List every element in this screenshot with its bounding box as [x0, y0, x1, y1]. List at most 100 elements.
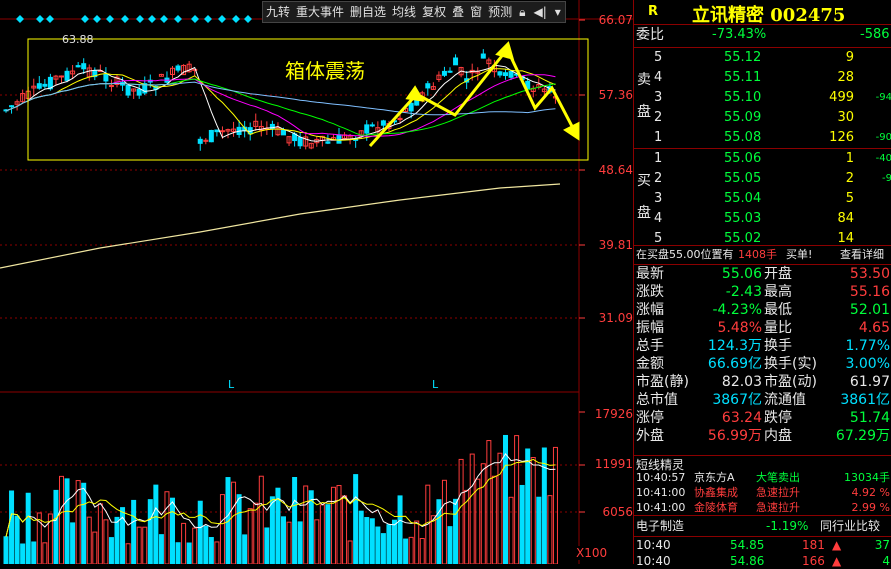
tb-forecast[interactable]: 预测 [485, 2, 515, 22]
bid-row[interactable]: 2 55.05 2 -9 [654, 169, 891, 189]
short-line-item[interactable]: 10:41:00 协鑫集成 急速拉升 4.92 % [634, 485, 891, 500]
stat-label: 开盘 [764, 266, 792, 282]
volume-bar [131, 499, 137, 564]
tick-time: 10:40 [636, 554, 671, 568]
note-detail-link[interactable]: 查看详细 [840, 246, 884, 264]
ma-line [5, 74, 556, 137]
tb-jiuzhuan[interactable]: 九转 [263, 2, 293, 22]
ask-book: 卖 盘 5 55.12 9 4 55.11 28 3 55.10 499 -94 2 55.09 30 1… [634, 48, 891, 149]
volume-bars[interactable] [3, 434, 558, 564]
ask-row[interactable]: 1 55.08 126 -90 [654, 128, 891, 148]
volume-bar [231, 481, 237, 564]
event-diamond [174, 15, 182, 23]
stat-label: 外盘 [636, 428, 664, 444]
ask-row[interactable]: 3 55.10 499 -94 [654, 88, 891, 108]
stat-value: 4.65 [858, 320, 890, 336]
volume-ma-line [5, 452, 556, 537]
volume-bar [153, 484, 159, 564]
short-line-item[interactable]: 10:41:00 金陵体育 急速拉升 2.99 % [634, 500, 891, 515]
volume-bar [497, 452, 503, 564]
candle-body [42, 83, 48, 87]
volume-bar [81, 482, 87, 564]
stat-label: 内盘 [764, 428, 792, 444]
bid-volume: 5 [845, 191, 854, 206]
ask-level: 1 [654, 130, 663, 145]
tb-ma[interactable]: 均线 [389, 2, 419, 22]
price-axis-label: 31.09 [598, 311, 633, 325]
bid-row[interactable]: 4 55.03 84 [654, 209, 891, 229]
ask-volume: 9 [845, 50, 854, 65]
event-diamond [148, 15, 156, 23]
quote-panel: R 立讯精密 002475 委比 -73.43% -586 卖 盘 5 55.12… [633, 0, 891, 568]
short-event: 急速拉升 [756, 486, 800, 499]
candle-body [197, 138, 203, 144]
dropdown-icon[interactable]: ▾ [551, 2, 565, 22]
stat-label: 最高 [764, 284, 792, 300]
ask-price: 55.12 [724, 50, 762, 65]
volume-bar [92, 531, 98, 564]
candlesticks[interactable] [3, 49, 558, 151]
event-diamond [244, 15, 252, 23]
volume-bar [319, 504, 325, 564]
ask-row[interactable]: 4 55.11 28 [654, 68, 891, 88]
prev-icon[interactable]: ◀| [530, 2, 551, 22]
price-axis-label: 66.07 [598, 13, 633, 27]
big-order-note[interactable]: 在买盘55.00位置有 1408手 买单! 查看详细 [634, 245, 891, 265]
tb-major-events[interactable]: 重大事件 [293, 2, 347, 22]
ask-price: 55.10 [724, 90, 762, 105]
industry-compare-button[interactable]: 同行业比较 [820, 516, 880, 536]
weibi-diff: -586 [860, 27, 890, 42]
volume-bar [419, 538, 425, 564]
note-buy: 买单! [786, 248, 813, 261]
short-time: 10:41:00 [636, 501, 686, 514]
volume-bar [181, 522, 187, 564]
chart-toolbar: 九转 重大事件 删自选 均线 复权 叠 窗 预测 🔒︎ ◀| ▾ [262, 1, 566, 23]
event-diamond [46, 15, 54, 23]
candle-body [81, 63, 87, 70]
tb-remove-watch[interactable]: 删自选 [347, 2, 389, 22]
candle-body [297, 136, 303, 147]
tb-overlay[interactable]: 叠 [449, 2, 467, 22]
bid-price: 55.05 [724, 171, 762, 186]
volume-bar [64, 478, 70, 564]
volume-bar [103, 519, 109, 564]
tb-adjust[interactable]: 复权 [419, 2, 449, 22]
volume-bar [297, 521, 303, 564]
lock-icon[interactable]: 🔒︎ [515, 2, 529, 22]
tick-price: 54.86 [730, 554, 765, 568]
volume-bar [70, 522, 76, 564]
sell-label: 卖 [637, 72, 651, 88]
ask-row[interactable]: 5 55.12 9 [654, 48, 891, 68]
volume-axis-label: 11991 [594, 457, 633, 471]
volume-bar [441, 479, 447, 564]
candle-body [336, 134, 342, 144]
volume-bar [269, 496, 275, 564]
volume-bar [491, 475, 497, 564]
ask-price: 55.08 [724, 130, 762, 145]
volume-bar [353, 474, 359, 564]
event-diamond [121, 15, 129, 23]
short-stock: 金陵体育 [694, 501, 738, 514]
event-diamond [16, 15, 24, 23]
tb-window[interactable]: 窗 [467, 2, 485, 22]
stat-value: -4.23% [712, 302, 762, 318]
volume-bar [547, 495, 553, 564]
volume-bar [475, 478, 481, 564]
buy-label: 盘 [637, 205, 651, 221]
short-line-item[interactable]: 10:40:57 京东方A 大笔卖出 13034手 [634, 470, 891, 485]
volume-bar [3, 536, 9, 564]
kline-chart[interactable] [0, 0, 633, 564]
bid-row[interactable]: 3 55.04 5 [654, 189, 891, 209]
bid-row[interactable]: 1 55.06 1 -40 [654, 149, 891, 169]
ask-row[interactable]: 2 55.09 30 [654, 108, 891, 128]
candle-body [208, 129, 214, 143]
candle-body [214, 129, 220, 133]
volume-bar [486, 440, 492, 564]
event-diamond [81, 15, 89, 23]
stat-value: 66.69亿 [707, 356, 762, 372]
volume-bar [414, 520, 420, 564]
stat-value: 55.16 [849, 284, 890, 300]
short-stock: 协鑫集成 [694, 486, 738, 499]
tick-row: 10:40 54.86 166 ▲ 4 [634, 553, 891, 569]
candle-body [508, 70, 514, 78]
